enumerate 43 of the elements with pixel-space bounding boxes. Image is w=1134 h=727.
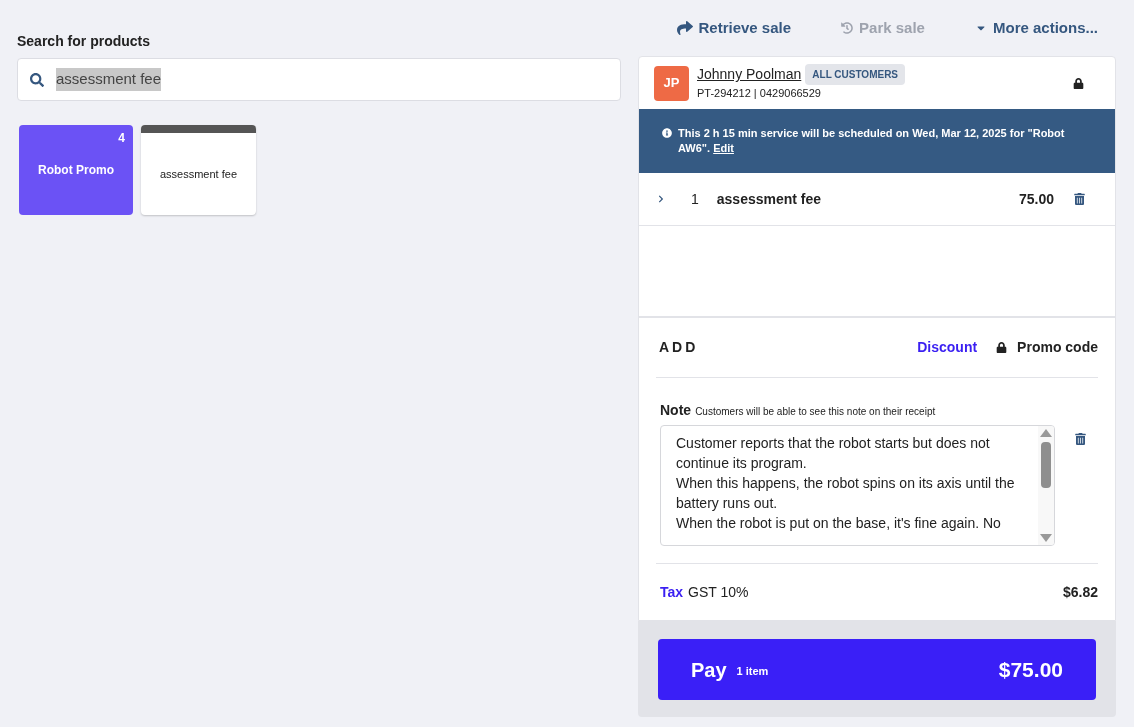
customer-details: PT-294212 | 0429066529 (697, 86, 822, 102)
tile-label: Robot Promo (38, 162, 114, 179)
customer-group-tag: ALL CUSTOMERS (805, 64, 906, 86)
tile-count: 4 (118, 130, 125, 147)
search-icon (30, 72, 44, 87)
pay-label: Pay (691, 657, 727, 683)
history-icon (841, 22, 854, 34)
tax-name: GST 10% (688, 582, 749, 602)
search-value: assessment fee (56, 68, 162, 91)
lock-icon (1073, 77, 1084, 89)
search-field[interactable]: assessment fee (17, 58, 621, 101)
share-arrow-icon (676, 20, 693, 36)
delete-button[interactable] (1074, 193, 1085, 205)
line-quantity: 1 (691, 189, 699, 209)
avatar: JP (654, 65, 689, 101)
pay-total: $75.00 (998, 656, 1063, 683)
product-group-tile[interactable]: 4 Robot Promo (19, 125, 133, 215)
action-link[interactable]: Retrieve sale (676, 16, 792, 40)
product-tile[interactable]: assessment fee (141, 125, 256, 215)
add-heading: ADD (659, 338, 699, 357)
delete-button[interactable] (1075, 433, 1086, 445)
line-name: assessment fee (716, 189, 822, 209)
expand-chevron[interactable] (657, 195, 665, 203)
search-label: Search for products (17, 32, 152, 51)
note-field[interactable] (660, 425, 1055, 546)
edit-link[interactable]: Edit (713, 142, 734, 154)
promo-code-label: Promo code (1017, 338, 1098, 357)
info-icon (662, 128, 672, 138)
discount-link[interactable]: Discount (917, 337, 978, 358)
note-text: Customer reports that the robot starts but does not continue its program. When this happens, the robot spins on its axis until the battery runs out. When the robot is put on the base, it's fine again. No (675, 434, 1016, 533)
tile-label: assessment fee (159, 166, 237, 182)
lock-icon (996, 342, 1008, 353)
note-hint: Customers will be able to see this note on their receipt (695, 405, 936, 419)
tax-label: Tax (660, 582, 684, 602)
pay-item-count: 1 item (736, 664, 769, 680)
pay-button[interactable]: Pay 1 item $75.00 (658, 639, 1096, 700)
customer-name-link[interactable]: Johnny Poolman (697, 64, 802, 86)
note-label: Note (660, 401, 692, 420)
line-price: 75.00 (1018, 189, 1054, 209)
tax-amount: $6.82 (1062, 582, 1098, 602)
action-link[interactable]: More actions... (974, 16, 1098, 40)
scrollbar[interactable] (1038, 426, 1054, 545)
banner-text: This 2 h 15 min service will be scheduled on Wed, Mar 12, 2025 for "Robot AW6". Edit (678, 126, 1066, 156)
